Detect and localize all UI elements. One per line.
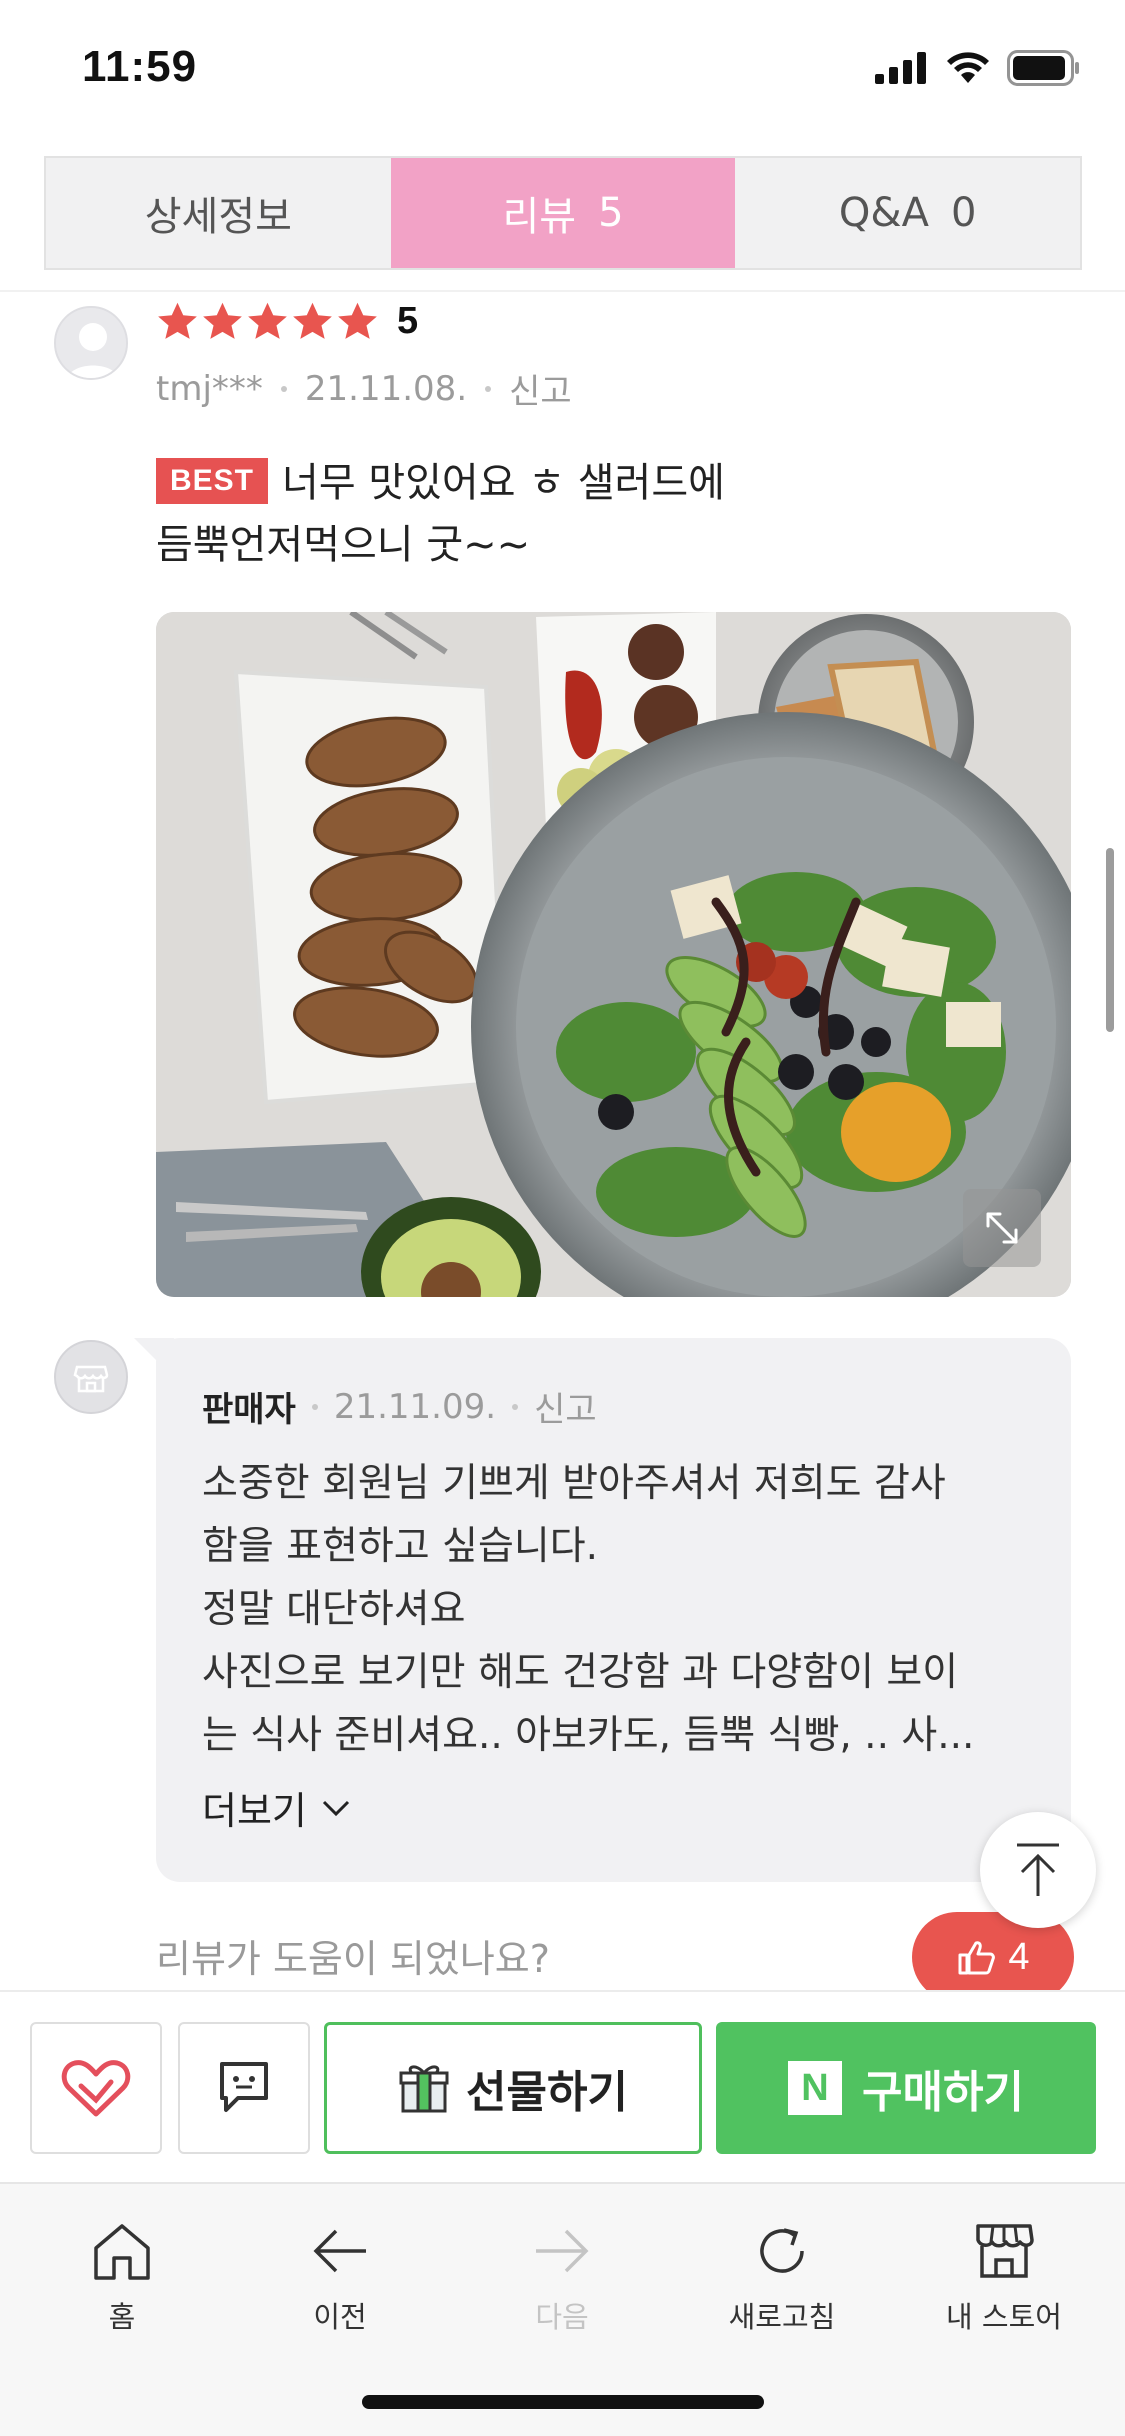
review-author: tmj***: [156, 368, 263, 409]
purchase-bar: 선물하기 N 구매하기: [0, 1990, 1125, 2182]
seller-avatar: [54, 1340, 128, 1414]
review-date: 21.11.08.: [304, 368, 468, 409]
forward-arrow-icon: [536, 2229, 589, 2273]
review-report-link[interactable]: 신고: [509, 364, 572, 413]
chat-icon: [220, 2062, 268, 2112]
separator-dot: [485, 385, 492, 392]
star-icon: [248, 302, 287, 339]
star-icon: [203, 302, 242, 339]
expand-photo-button[interactable]: [963, 1189, 1041, 1267]
reply-line: 는 식사 준비셔요.. 아보카도, 듬뿍 식빵, .. 사...: [202, 1713, 975, 1758]
tab-reviews[interactable]: 리뷰 5: [390, 158, 736, 268]
home-indicator[interactable]: [362, 2395, 764, 2409]
scrollbar[interactable]: [1106, 848, 1114, 1032]
tab-reviews-label: 리뷰: [502, 194, 577, 240]
nav-refresh[interactable]: 새로고침: [702, 2220, 862, 2336]
buy-button[interactable]: N 구매하기: [716, 2022, 1096, 2154]
user-icon: [56, 308, 126, 378]
reply-report-link[interactable]: 신고: [534, 1382, 597, 1431]
status-time: 11:59: [82, 42, 198, 91]
rating-value: 5: [397, 300, 419, 342]
rating-stars: 5: [156, 300, 418, 343]
tab-qna-count: 0: [950, 190, 977, 236]
review-text-line2: 듬뿍언저먹으니 굿~~: [156, 522, 531, 568]
food-photo-illustration: [156, 612, 1071, 1297]
reply-meta: 판매자 21.11.09. 신고: [202, 1382, 597, 1431]
tab-qna[interactable]: Q&A 0: [735, 158, 1080, 268]
tab-qna-label: Q&A: [838, 190, 929, 236]
star-icon: [293, 302, 332, 339]
nav-home[interactable]: 홈: [42, 2220, 202, 2336]
naver-logo-icon: N: [788, 2061, 843, 2115]
nav-forward-label: 다음: [535, 2300, 589, 2334]
shop-icon: [73, 1365, 109, 1393]
star-icon: [338, 302, 377, 339]
expand-icon: [986, 1212, 1018, 1244]
nav-my-store-label: 내 스토어: [946, 2300, 1062, 2334]
back-arrow-icon: [313, 2229, 366, 2273]
product-tabs: 상세정보 리뷰 5 Q&A 0: [44, 156, 1082, 270]
nav-home-label: 홈: [108, 2300, 136, 2334]
nav-my-store[interactable]: 내 스토어: [924, 2220, 1084, 2336]
review-text-line1: 너무 맛있어요 ㅎ 샐러드에: [282, 460, 725, 506]
best-badge: BEST: [156, 458, 269, 504]
chevron-down-icon: [322, 1800, 349, 1816]
review-meta: tmj*** 21.11.08. 신고: [156, 364, 572, 413]
status-bar: 11:59: [0, 0, 1125, 140]
more-button[interactable]: 더보기: [202, 1780, 351, 1835]
reply-author: 판매자: [202, 1390, 296, 1430]
separator-dot: [512, 1403, 519, 1410]
divider: [0, 290, 1125, 292]
reply-line: 함을 표현하고 싶습니다.: [202, 1524, 598, 1569]
seller-reply: 판매자 21.11.09. 신고 소중한 회원님 기쁘게 받아주셔서 저희도 감…: [134, 1338, 1071, 1882]
like-count: 4: [1008, 1935, 1030, 1978]
home-icon: [94, 2224, 150, 2280]
more-label: 더보기: [202, 1789, 307, 1833]
star-icon: [158, 302, 197, 339]
nav-refresh-label: 새로고침: [728, 2300, 836, 2334]
refresh-icon: [760, 2228, 804, 2273]
wishlist-button[interactable]: [30, 2022, 162, 2154]
tab-details[interactable]: 상세정보: [46, 158, 391, 268]
separator-dot: [280, 385, 287, 392]
nav-back[interactable]: 이전: [260, 2220, 420, 2336]
tab-reviews-count: 5: [598, 190, 624, 236]
separator-dot: [311, 1403, 318, 1410]
signal-icon: [875, 52, 926, 84]
gift-label: 선물하기: [466, 2067, 628, 2118]
gift-button[interactable]: 선물하기: [324, 2022, 702, 2154]
nav-forward[interactable]: 다음: [482, 2220, 642, 2336]
helpful-question: 리뷰가 도움이 되었나요?: [156, 1937, 550, 1981]
zzim-heart-icon: [61, 2060, 131, 2117]
wifi-icon: [947, 52, 989, 83]
scroll-to-top-button[interactable]: [980, 1812, 1096, 1928]
reply-date: 21.11.09.: [333, 1386, 497, 1427]
store-icon: [976, 2224, 1034, 2278]
arrow-up-icon: [1017, 1843, 1059, 1896]
nav-back-label: 이전: [313, 2300, 367, 2334]
reply-line: 정말 대단하셔요: [202, 1587, 466, 1632]
thumbs-up-icon: [958, 1941, 996, 1975]
battery-icon: [1007, 50, 1079, 86]
buy-label: 구매하기: [862, 2067, 1024, 2118]
gift-icon: [399, 2065, 449, 2113]
talk-button[interactable]: [178, 2022, 310, 2154]
reply-line: 소중한 회원님 기쁘게 받아주셔서 저희도 감사: [202, 1461, 946, 1506]
reviewer-avatar: [54, 306, 128, 380]
status-icons: [875, 50, 1081, 86]
tab-details-label: 상세정보: [144, 194, 292, 240]
review-body: BEST 너무 맛있어요 ㅎ 샐러드에 듬뿍언저먹으니 굿~~: [156, 452, 1056, 576]
review-photo[interactable]: [156, 612, 1071, 1297]
reply-body: 소중한 회원님 기쁘게 받아주셔서 저희도 감사 함을 표현하고 싶습니다. 정…: [202, 1452, 1032, 1767]
reply-line: 사진으로 보기만 해도 건강함 과 다양함이 보이: [202, 1650, 959, 1695]
